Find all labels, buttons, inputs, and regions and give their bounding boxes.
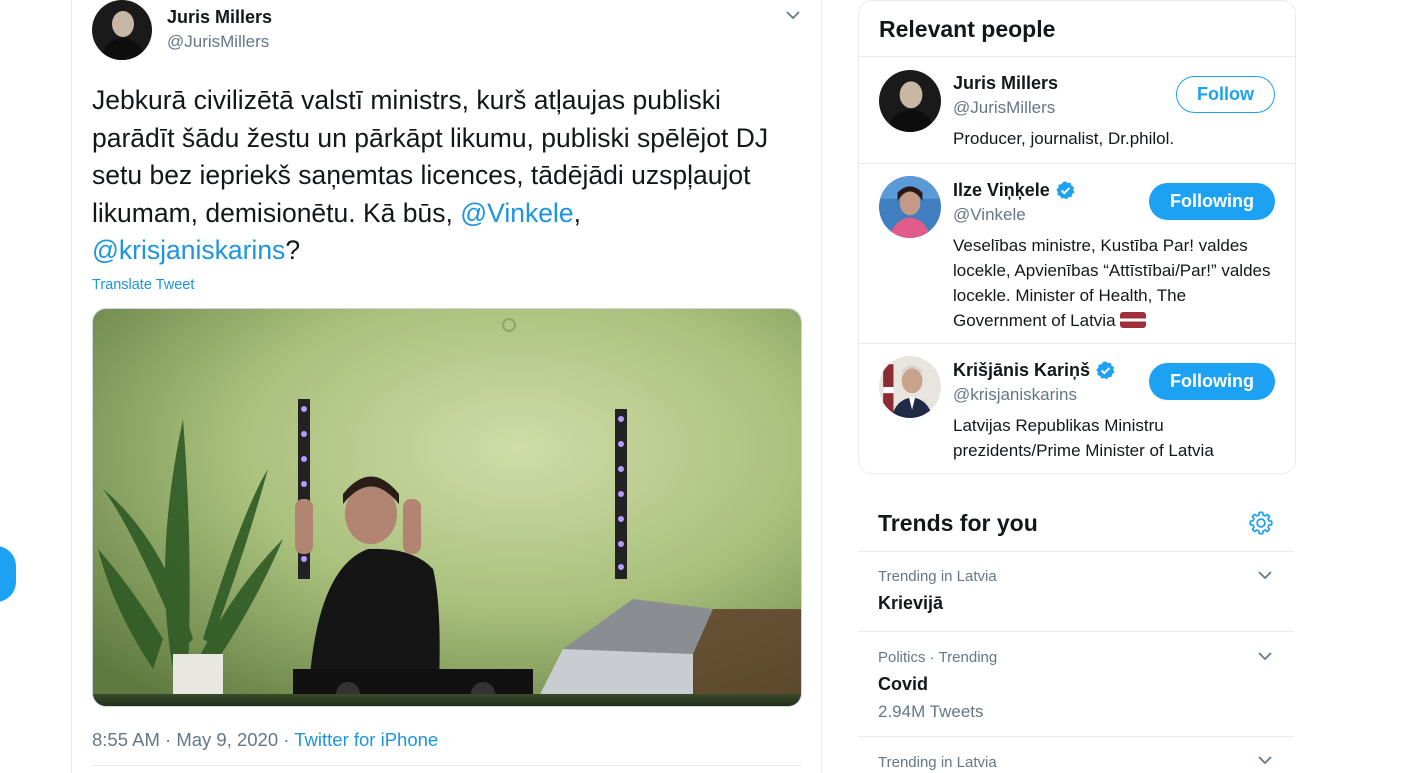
trend-name: Covid bbox=[878, 674, 929, 694]
avatar[interactable] bbox=[879, 70, 941, 132]
person-bio-text: Veselības ministre, Kustība Par! valdes … bbox=[953, 236, 1271, 330]
trend-context: Trending in Latvia bbox=[878, 568, 997, 585]
trend-context: Politics · Trending bbox=[878, 649, 998, 666]
verified-badge-icon bbox=[1056, 181, 1075, 200]
person-name-text: Juris Millers bbox=[953, 73, 1059, 93]
person-name-text: Ilze Viņķele bbox=[953, 180, 1050, 200]
trend-item[interactable]: Trending in Latvia Krievijā bbox=[858, 552, 1294, 631]
person-bio: Veselības ministre, Kustība Par! valdes … bbox=[953, 233, 1273, 333]
translate-tweet-link[interactable]: Translate Tweet bbox=[92, 277, 194, 293]
author-handle[interactable]: @JurisMillers bbox=[167, 32, 269, 52]
chevron-down-icon[interactable] bbox=[1256, 751, 1274, 769]
trend-item[interactable]: Trending in Latvia bbox=[858, 737, 1294, 773]
person-name[interactable]: Ilze Viņķele bbox=[953, 180, 1076, 201]
tweet-meta: 8:55 AM · May 9, 2020 · Twitter for iPho… bbox=[92, 729, 438, 751]
avatar[interactable] bbox=[879, 356, 941, 418]
person-name[interactable]: Krišjānis Kariņš bbox=[953, 360, 1116, 381]
person-card-jurismillers[interactable]: Juris Millers @JurisMillers Producer, jo… bbox=[859, 56, 1295, 164]
following-button[interactable]: Following bbox=[1149, 363, 1275, 400]
tweet-column: Juris Millers @JurisMillers Jebkurā civi… bbox=[71, 0, 822, 773]
person-card-vinkele[interactable]: Ilze Viņķele @Vinkele Veselības ministre… bbox=[859, 163, 1295, 343]
follow-button[interactable]: Follow bbox=[1176, 76, 1275, 113]
person-handle[interactable]: @JurisMillers bbox=[953, 98, 1055, 118]
chevron-down-icon[interactable] bbox=[1256, 566, 1274, 584]
following-button[interactable]: Following bbox=[1149, 183, 1275, 220]
author-avatar[interactable] bbox=[92, 0, 152, 60]
chevron-down-icon[interactable] bbox=[1256, 647, 1274, 665]
relevant-people-panel: Relevant people Juris Millers @JurisMill… bbox=[858, 0, 1296, 474]
person-bio: Producer, journalist, Dr.philol. bbox=[953, 129, 1175, 148]
trend-item[interactable]: Politics · Trending Covid 2.94M Tweets bbox=[858, 632, 1294, 736]
mention-vinkele[interactable]: @Vinkele bbox=[460, 198, 573, 228]
latvia-flag-icon bbox=[1120, 312, 1147, 328]
relevant-people-title: Relevant people bbox=[879, 16, 1056, 42]
settings-gear-icon[interactable] bbox=[1248, 510, 1274, 536]
person-bio: Latvijas Republikas Ministru prezidents/… bbox=[953, 416, 1214, 460]
chevron-down-icon[interactable] bbox=[784, 6, 802, 24]
trends-title: Trends for you bbox=[878, 510, 1038, 536]
trend-name: Krievijā bbox=[878, 593, 944, 613]
tweet-timestamp[interactable]: 8:55 AM · May 9, 2020 · bbox=[92, 729, 294, 750]
tweet-text-part: Jebkurā civilizētā valstī ministrs, kurš… bbox=[92, 85, 769, 228]
tweet-source-link[interactable]: Twitter for iPhone bbox=[294, 729, 438, 750]
trends-panel: Trends for you Trending in Latvia Krievi… bbox=[858, 494, 1296, 773]
person-handle[interactable]: @Vinkele bbox=[953, 205, 1026, 225]
tweet-media-video[interactable] bbox=[92, 308, 802, 707]
person-handle[interactable]: @krisjaniskarins bbox=[953, 385, 1077, 405]
person-name-text: Krišjānis Kariņš bbox=[953, 360, 1091, 380]
trend-context: Trending in Latvia bbox=[878, 754, 997, 771]
tweet-text: Jebkurā civilizētā valstī ministrs, kurš… bbox=[92, 82, 802, 270]
mention-krisjaniskarins[interactable]: @krisjaniskarins bbox=[92, 235, 285, 265]
person-name[interactable]: Juris Millers bbox=[953, 73, 1058, 94]
trend-tweet-count: 2.94M Tweets bbox=[878, 702, 984, 721]
author-name[interactable]: Juris Millers bbox=[167, 7, 272, 28]
avatar[interactable] bbox=[879, 176, 941, 238]
tweet-header: Juris Millers @JurisMillers bbox=[92, 0, 802, 62]
compose-fab[interactable] bbox=[0, 546, 16, 602]
person-card-krisjaniskarins[interactable]: Krišjānis Kariņš @krisjaniskarins Latvij… bbox=[859, 343, 1295, 473]
verified-badge-icon bbox=[1096, 361, 1115, 380]
tweet-text-part: , bbox=[573, 197, 581, 228]
tweet-text-part: ? bbox=[285, 235, 301, 265]
divider bbox=[92, 765, 802, 766]
